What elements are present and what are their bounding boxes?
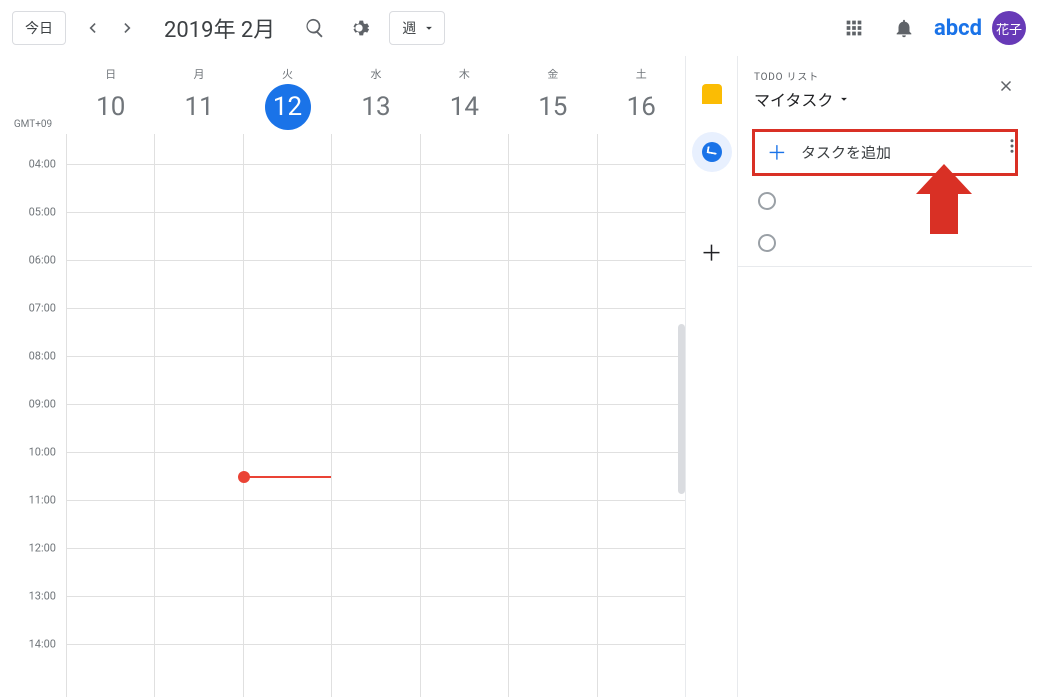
day-header[interactable]: 月 11 — [154, 56, 242, 134]
day-of-week-label: 月 — [155, 66, 242, 82]
hour-label: 08:00 — [29, 350, 56, 363]
day-number[interactable]: 12 — [265, 84, 311, 130]
prev-button[interactable] — [76, 12, 108, 44]
day-number[interactable]: 11 — [176, 84, 222, 130]
add-task-button[interactable]: ＋ タスクを追加 — [752, 129, 1018, 176]
view-select[interactable]: 週 — [389, 11, 445, 45]
more-vertical-icon — [1003, 137, 1021, 155]
day-column[interactable] — [420, 134, 508, 697]
side-addons-strip: ＋ — [685, 56, 737, 697]
settings-button[interactable] — [339, 8, 379, 48]
day-header[interactable]: 木 14 — [420, 56, 508, 134]
current-time-indicator — [244, 476, 331, 478]
day-column[interactable] — [331, 134, 419, 697]
task-complete-radio[interactable] — [758, 192, 776, 210]
day-number[interactable]: 13 — [353, 84, 399, 130]
day-number[interactable]: 10 — [88, 84, 134, 130]
hour-label: 13:00 — [29, 590, 56, 603]
close-icon — [997, 77, 1015, 95]
day-column[interactable] — [243, 134, 331, 697]
hour-label: 05:00 — [29, 206, 56, 219]
calendar-grid: GMT+09 日10月11火12水13木14金15土16 04:0005:000… — [0, 56, 685, 697]
calendar-hours-grid[interactable] — [66, 134, 685, 697]
hour-label: 11:00 — [29, 494, 56, 507]
tasks-icon — [702, 142, 722, 162]
hour-label: 07:00 — [29, 302, 56, 315]
day-number[interactable]: 16 — [618, 84, 664, 130]
day-header[interactable]: 金 15 — [508, 56, 596, 134]
hour-label: 12:00 — [29, 542, 56, 555]
time-gutter: 04:00 05:00 06:00 07:00 08:00 09:00 10:00 11:00… — [0, 134, 66, 697]
task-complete-radio[interactable] — [758, 234, 776, 252]
search-icon — [304, 17, 326, 39]
plus-icon: ＋ — [700, 236, 722, 268]
add-task-label: タスクを追加 — [801, 142, 891, 163]
plus-icon: ＋ — [767, 143, 787, 163]
keep-addon-button[interactable] — [692, 74, 732, 114]
day-column[interactable] — [597, 134, 685, 697]
keep-icon — [702, 84, 722, 104]
gear-icon — [348, 17, 370, 39]
bell-icon — [893, 17, 915, 39]
day-header[interactable]: 日 10 — [66, 56, 154, 134]
task-list-name: マイタスク — [754, 87, 833, 111]
chevron-down-icon — [837, 92, 851, 106]
avatar[interactable]: 花子 — [992, 11, 1026, 45]
timezone-label: GMT+09 — [0, 56, 66, 134]
task-list-more-button[interactable] — [998, 132, 1026, 160]
day-column[interactable] — [508, 134, 596, 697]
day-of-week-label: 金 — [509, 66, 596, 82]
close-panel-button[interactable] — [990, 70, 1022, 102]
search-button[interactable] — [295, 8, 335, 48]
day-of-week-label: 火 — [244, 66, 331, 82]
chevron-down-icon — [422, 21, 436, 35]
day-column[interactable] — [66, 134, 154, 697]
hour-label: 06:00 — [29, 254, 56, 267]
chevron-left-icon — [82, 18, 102, 38]
chevron-right-icon — [118, 18, 138, 38]
month-year-title: 2019年 2月 — [164, 12, 275, 44]
day-column[interactable] — [154, 134, 242, 697]
brand-label: abcd — [934, 16, 982, 41]
app-header: 今日 2019年 2月 週 abcd 花子 — [0, 0, 1038, 56]
day-header[interactable]: 火 12 — [243, 56, 331, 134]
day-of-week-label: 土 — [598, 66, 685, 82]
hour-label: 09:00 — [29, 398, 56, 411]
view-select-label: 週 — [402, 18, 416, 38]
apps-button[interactable] — [834, 8, 874, 48]
next-button[interactable] — [112, 12, 144, 44]
tasks-panel: TODO リスト マイタスク ＋ タスクを追加 — [737, 56, 1032, 697]
day-of-week-label: 木 — [421, 66, 508, 82]
task-item[interactable] — [738, 180, 1032, 222]
tasks-panel-subtitle: TODO リスト — [738, 66, 1032, 83]
tasks-addon-button[interactable] — [692, 132, 732, 172]
day-number[interactable]: 15 — [530, 84, 576, 130]
scrollbar[interactable] — [678, 324, 685, 494]
today-button[interactable]: 今日 — [12, 11, 66, 45]
day-header[interactable]: 土 16 — [597, 56, 685, 134]
task-list-selector[interactable]: マイタスク — [738, 83, 1032, 125]
calendar-day-header: GMT+09 日 10 月 11 火 12 水 13 木 14 金 15 土 16 — [0, 56, 685, 134]
task-item[interactable] — [738, 222, 1032, 264]
notifications-button[interactable] — [884, 8, 924, 48]
day-of-week-label: 水 — [332, 66, 419, 82]
apps-grid-icon — [843, 17, 865, 39]
hour-label: 10:00 — [29, 446, 56, 459]
hour-label: 04:00 — [29, 158, 56, 171]
day-number[interactable]: 14 — [441, 84, 487, 130]
annotation-arrow — [916, 164, 972, 234]
day-of-week-label: 日 — [67, 66, 154, 82]
day-header[interactable]: 水 13 — [331, 56, 419, 134]
hour-label: 14:00 — [29, 638, 56, 651]
add-addon-button[interactable]: ＋ — [692, 232, 732, 272]
